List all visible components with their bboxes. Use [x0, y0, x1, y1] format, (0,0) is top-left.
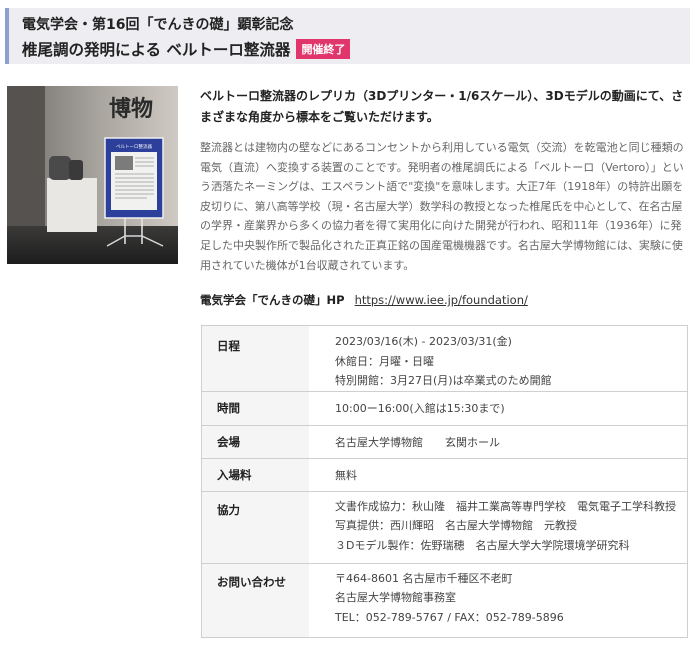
- lead-text: ベルトーロ整流器のレプリカ（3Dプリンター・1/6スケール）、3Dモデルの動画に…: [200, 89, 684, 124]
- exhibit-photo-illustration: 博物 ベルトーロ整流器: [7, 86, 178, 264]
- sign-text: 博物: [109, 96, 153, 122]
- hp-label: 電気学会「でんきの礎」HP: [200, 293, 345, 307]
- info-line: 写真提供：西川輝昭 名古屋大学博物館 元教授: [335, 519, 577, 532]
- info-line: 10:00ー16:00(入館は15:30まで): [335, 401, 505, 415]
- info-row-cooperation: 協力 文書作成協力：秋山隆 福井工業高等専門学校 電気電子工学科教授 写真提供：…: [201, 490, 688, 563]
- description-text: 整流器とは建物内の壁などにあるコンセントから利用している電気（交流）を乾電池と同…: [200, 141, 684, 272]
- event-title: 椎尾調の発明による ベルトーロ整流器 開催終了: [22, 38, 351, 60]
- info-line: 文書作成協力：秋山隆 福井工業高等専門学校 電気電子工学科教授: [335, 499, 676, 513]
- info-row-venue: 会場 名古屋大学博物館 玄関ホール: [201, 424, 688, 458]
- event-header: 電気学会・第16回「でんきの礎」顕彰記念 椎尾調の発明による ベルトーロ整流器開…: [5, 8, 690, 64]
- info-key: 日程: [201, 325, 309, 391]
- status-badge: 開催終了: [296, 39, 351, 59]
- info-row-schedule: 日程 2023/03/16(木) - 2023/03/31(金) 休館日：月曜・…: [201, 325, 688, 391]
- info-value: 2023/03/16(木) - 2023/03/31(金) 休館日：月曜・日曜 …: [309, 325, 688, 391]
- info-key: 会場: [201, 424, 309, 458]
- info-value: 無料: [309, 457, 688, 491]
- info-line: 特別開館：3月27日(月)は卒業式のため開館: [335, 374, 552, 387]
- exhibit-photo: 博物 ベルトーロ整流器: [7, 86, 178, 264]
- info-value: 〒464-8601 名古屋市千種区不老町 名古屋大学博物館事務室 TEL：052…: [309, 562, 688, 637]
- info-line: 2023/03/16(木) - 2023/03/31(金): [335, 335, 512, 348]
- info-line: 休館日：月曜・日曜: [335, 354, 434, 368]
- info-key: 協力: [201, 490, 309, 563]
- info-value: 名古屋大学博物館 玄関ホール: [309, 424, 688, 458]
- info-line: 〒464-8601 名古屋市千種区不老町: [335, 571, 513, 585]
- info-key: 入場料: [201, 457, 309, 491]
- hp-link-row: 電気学会「でんきの礎」HP https://www.iee.jp/foundati…: [200, 292, 528, 308]
- info-line: ３Dモデル製作：佐野瑞穂 名古屋大学大学院環境学研究科: [335, 538, 630, 552]
- panel-title: ベルトーロ整流器: [116, 143, 152, 150]
- event-title-text: 椎尾調の発明による ベルトーロ整流器: [22, 41, 291, 59]
- info-value: 文書作成協力：秋山隆 福井工業高等専門学校 電気電子工学科教授 写真提供：西川輝…: [309, 490, 688, 563]
- info-line: 名古屋大学博物館事務室: [335, 591, 456, 604]
- info-line: TEL：052-789-5767 / FAX：052-789-5896: [335, 610, 564, 624]
- info-line: 名古屋大学博物館 玄関ホール: [335, 435, 500, 449]
- info-row-fee: 入場料 無料: [201, 457, 688, 491]
- info-row-contact: お問い合わせ 〒464-8601 名古屋市千種区不老町 名古屋大学博物館事務室 …: [201, 562, 688, 637]
- hp-url-link[interactable]: https://www.iee.jp/foundation/: [355, 293, 528, 307]
- event-subtitle: 電気学会・第16回「でんきの礎」顕彰記念: [22, 17, 294, 33]
- info-row-time: 時間 10:00ー16:00(入館は15:30まで): [201, 390, 688, 425]
- info-line: 無料: [335, 468, 357, 482]
- info-key: お問い合わせ: [201, 562, 309, 637]
- info-key: 時間: [201, 390, 309, 425]
- info-table: 日程 2023/03/16(木) - 2023/03/31(金) 休館日：月曜・…: [201, 325, 688, 638]
- info-value: 10:00ー16:00(入館は15:30まで): [309, 390, 688, 425]
